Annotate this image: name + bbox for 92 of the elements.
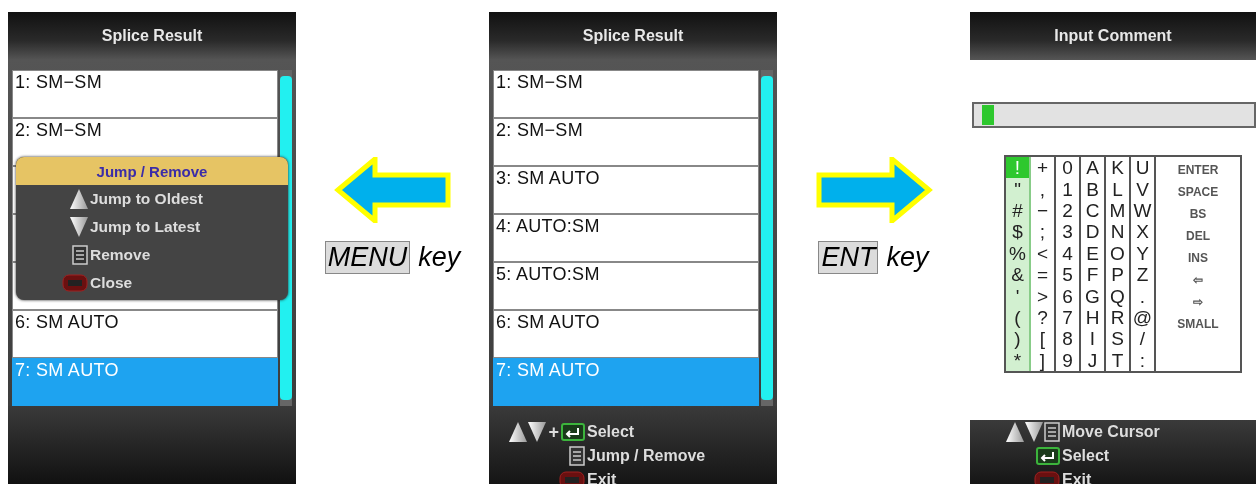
list-row[interactable]: 6: SM AUTO [12, 310, 278, 358]
key[interactable]: " [1006, 178, 1029, 200]
key[interactable]: / [1131, 328, 1154, 350]
screen-title: Splice Result [582, 27, 684, 45]
key[interactable]: B [1081, 178, 1104, 200]
key[interactable]: P [1106, 264, 1129, 286]
key[interactable]: I [1081, 328, 1104, 350]
key[interactable]: ( [1006, 306, 1029, 329]
key[interactable]: 3 [1056, 221, 1079, 243]
key[interactable]: [ [1031, 328, 1054, 350]
key-caption: key [886, 242, 929, 273]
menu-item[interactable]: Remove [16, 241, 288, 269]
key[interactable]: F [1081, 264, 1104, 286]
key-caption: key [418, 242, 461, 273]
key[interactable]: < [1031, 242, 1054, 265]
key[interactable]: J [1081, 349, 1104, 372]
popup-title: Jump / Remove [16, 157, 288, 185]
key[interactable]: W [1131, 199, 1154, 222]
key[interactable]: 6 [1056, 285, 1079, 307]
key[interactable]: Z [1131, 264, 1154, 286]
key[interactable]: = [1031, 264, 1054, 286]
list-row[interactable]: 2: SM−SM [493, 118, 759, 166]
key[interactable]: 9 [1056, 349, 1079, 372]
key[interactable]: 5 [1056, 264, 1079, 286]
key[interactable]: $ [1006, 221, 1029, 243]
key[interactable]: * [1006, 349, 1029, 372]
key[interactable]: & [1006, 264, 1029, 286]
command-key[interactable]: ENTER [1156, 159, 1240, 181]
key[interactable]: , [1031, 178, 1054, 200]
key[interactable]: ; [1031, 221, 1054, 243]
key[interactable]: Q [1106, 285, 1129, 307]
hint-label: Select [1062, 447, 1110, 465]
key[interactable]: M [1106, 199, 1129, 222]
list-row[interactable]: 4: AUTO:SM [493, 214, 759, 262]
command-key[interactable]: ⇨ [1156, 291, 1240, 313]
list-row[interactable]: 3: SM AUTO [493, 166, 759, 214]
key[interactable]: R [1106, 306, 1129, 329]
command-key[interactable]: SPACE [1156, 181, 1240, 203]
menu-item[interactable]: Jump to Oldest [16, 185, 288, 213]
key[interactable]: # [1006, 199, 1029, 222]
key[interactable]: H [1081, 306, 1104, 329]
list-row[interactable]: 5: AUTO:SM [493, 262, 759, 310]
menu-item[interactable]: Jump to Latest [16, 213, 288, 241]
key[interactable]: L [1106, 178, 1129, 200]
key[interactable]: ] [1031, 349, 1054, 372]
key[interactable]: G [1081, 285, 1104, 307]
key[interactable]: A [1081, 157, 1104, 179]
screen-title: Input Comment [1054, 27, 1172, 45]
key[interactable]: ) [1006, 328, 1029, 350]
plus-sign: + [548, 421, 559, 443]
key-label: ENT [818, 241, 879, 274]
key[interactable]: @ [1131, 306, 1154, 329]
key[interactable]: . [1131, 285, 1154, 307]
key-label: MENU [324, 241, 411, 274]
key[interactable]: 8 [1056, 328, 1079, 350]
key[interactable]: S [1106, 328, 1129, 350]
list-row[interactable]: 6: SM AUTO [493, 310, 759, 358]
screen-title: Splice Result [101, 27, 203, 45]
hint-label: Jump / Remove [587, 447, 706, 465]
key[interactable]: K [1106, 157, 1129, 179]
key[interactable]: > [1031, 285, 1054, 307]
key[interactable]: : [1131, 349, 1154, 372]
key[interactable]: T [1106, 349, 1129, 372]
hint-label: Move Cursor [1062, 423, 1160, 441]
key[interactable]: D [1081, 221, 1104, 243]
command-key[interactable]: SMALL [1156, 313, 1240, 335]
key[interactable]: 2 [1056, 199, 1079, 222]
key[interactable]: E [1081, 242, 1104, 265]
command-key[interactable]: INS [1156, 247, 1240, 269]
key[interactable]: ? [1031, 306, 1054, 329]
key[interactable]: V [1131, 178, 1154, 200]
command-key[interactable]: BS [1156, 203, 1240, 225]
key[interactable]: 0 [1056, 157, 1079, 179]
key[interactable]: 1 [1056, 178, 1079, 200]
list-row[interactable]: 1: SM−SM [12, 70, 278, 118]
key[interactable]: X [1131, 221, 1154, 243]
key[interactable]: ' [1006, 285, 1029, 307]
list-row[interactable]: 1: SM−SM [493, 70, 759, 118]
command-key[interactable]: ⇦ [1156, 269, 1240, 291]
command-key[interactable]: DEL [1156, 225, 1240, 247]
key[interactable]: − [1031, 199, 1054, 222]
hint-label: Select [587, 423, 635, 441]
key[interactable]: O [1106, 242, 1129, 265]
key[interactable]: 7 [1056, 306, 1079, 329]
key[interactable]: 4 [1056, 242, 1079, 265]
key[interactable]: U [1131, 157, 1154, 179]
key[interactable]: C [1081, 199, 1104, 222]
key[interactable]: + [1031, 157, 1054, 179]
menu-item[interactable]: Close [16, 269, 288, 297]
key[interactable]: Y [1131, 242, 1154, 265]
key[interactable]: N [1106, 221, 1129, 243]
key[interactable]: % [1006, 242, 1029, 265]
